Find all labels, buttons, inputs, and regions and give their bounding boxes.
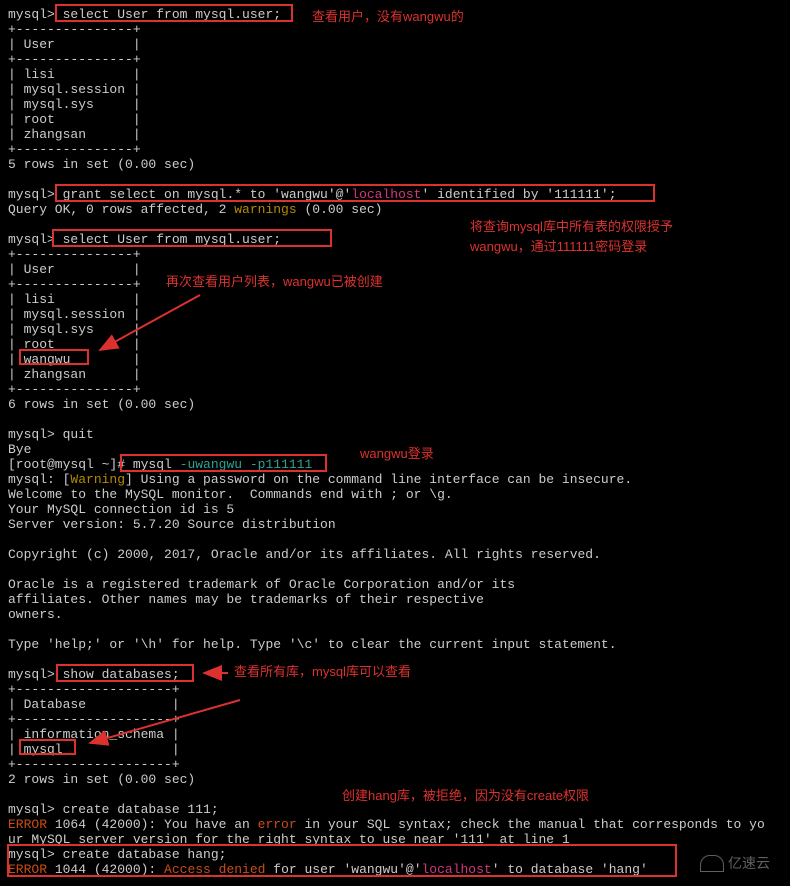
term-line: +--------------------+	[8, 683, 782, 698]
note-grant-desc-2: wangwu，通过111111密码登录	[470, 240, 647, 255]
term-line: +---------------+	[8, 278, 782, 293]
term-line: | root |	[8, 113, 782, 128]
term-line: | root |	[8, 338, 782, 353]
term-line: ERROR 1044 (42000): Access denied for us…	[8, 863, 782, 878]
term-line	[8, 173, 782, 188]
term-line: | mysql.sys |	[8, 98, 782, 113]
term-line: +---------------+	[8, 248, 782, 263]
term-line	[8, 623, 782, 638]
term-line	[8, 563, 782, 578]
term-line: | Database |	[8, 698, 782, 713]
term-line: mysql> grant select on mysql.* to 'wangw…	[8, 188, 782, 203]
term-line: 6 rows in set (0.00 sec)	[8, 398, 782, 413]
term-line: | information_schema |	[8, 728, 782, 743]
term-line: affiliates. Other names may be trademark…	[8, 593, 782, 608]
watermark: 亿速云	[700, 855, 770, 872]
term-line: Your MySQL connection id is 5	[8, 503, 782, 518]
term-line: owners.	[8, 608, 782, 623]
term-line: Welcome to the MySQL monitor. Commands e…	[8, 488, 782, 503]
term-line: +---------------+	[8, 23, 782, 38]
note-create-hang: 创建hang库，被拒绝，因为没有create权限	[342, 789, 589, 804]
term-line: | zhangsan |	[8, 128, 782, 143]
term-line: mysql> create database 111;	[8, 803, 782, 818]
term-line: ur MySQL server version for the right sy…	[8, 833, 782, 848]
note-show-db: 查看所有库，mysql库可以查看	[234, 665, 411, 680]
term-line: | lisi |	[8, 68, 782, 83]
term-line: +--------------------+	[8, 758, 782, 773]
term-line	[8, 533, 782, 548]
note-recheck-user: 再次查看用户列表，wangwu已被创建	[166, 275, 383, 290]
term-line: | lisi |	[8, 293, 782, 308]
term-line: ERROR 1064 (42000): You have an error in…	[8, 818, 782, 833]
term-line: | mysql.session |	[8, 83, 782, 98]
term-line: 2 rows in set (0.00 sec)	[8, 773, 782, 788]
term-line	[8, 413, 782, 428]
term-line: | mysql.sys |	[8, 323, 782, 338]
term-line: | User |	[8, 38, 782, 53]
term-line: +---------------+	[8, 383, 782, 398]
term-line: +--------------------+	[8, 713, 782, 728]
term-line: Query OK, 0 rows affected, 2 warnings (0…	[8, 203, 782, 218]
term-line: +---------------+	[8, 143, 782, 158]
term-line: | wangwu |	[8, 353, 782, 368]
term-line: mysql> select User from mysql.user;	[8, 233, 782, 248]
term-line: 5 rows in set (0.00 sec)	[8, 158, 782, 173]
note-login: wangwu登录	[360, 447, 434, 462]
term-line: Copyright (c) 2000, 2017, Oracle and/or …	[8, 548, 782, 563]
term-line: mysql> create database hang;	[8, 848, 782, 863]
term-line: | mysql.session |	[8, 308, 782, 323]
cloud-icon	[700, 855, 724, 872]
term-line: | zhangsan |	[8, 368, 782, 383]
term-line: Oracle is a registered trademark of Orac…	[8, 578, 782, 593]
term-line: Server version: 5.7.20 Source distributi…	[8, 518, 782, 533]
term-line: | User |	[8, 263, 782, 278]
note-check-user: 查看用户，没有wangwu的	[312, 10, 464, 25]
term-line: mysql> quit	[8, 428, 782, 443]
term-line: Type 'help;' or '\h' for help. Type '\c'…	[8, 638, 782, 653]
terminal-output: mysql> select User from mysql.user; +---…	[8, 8, 782, 878]
term-line: +---------------+	[8, 53, 782, 68]
note-grant-desc-1: 将查询mysql库中所有表的权限授予	[470, 220, 673, 235]
term-line: | mysql |	[8, 743, 782, 758]
term-line: mysql: [Warning] Using a password on the…	[8, 473, 782, 488]
